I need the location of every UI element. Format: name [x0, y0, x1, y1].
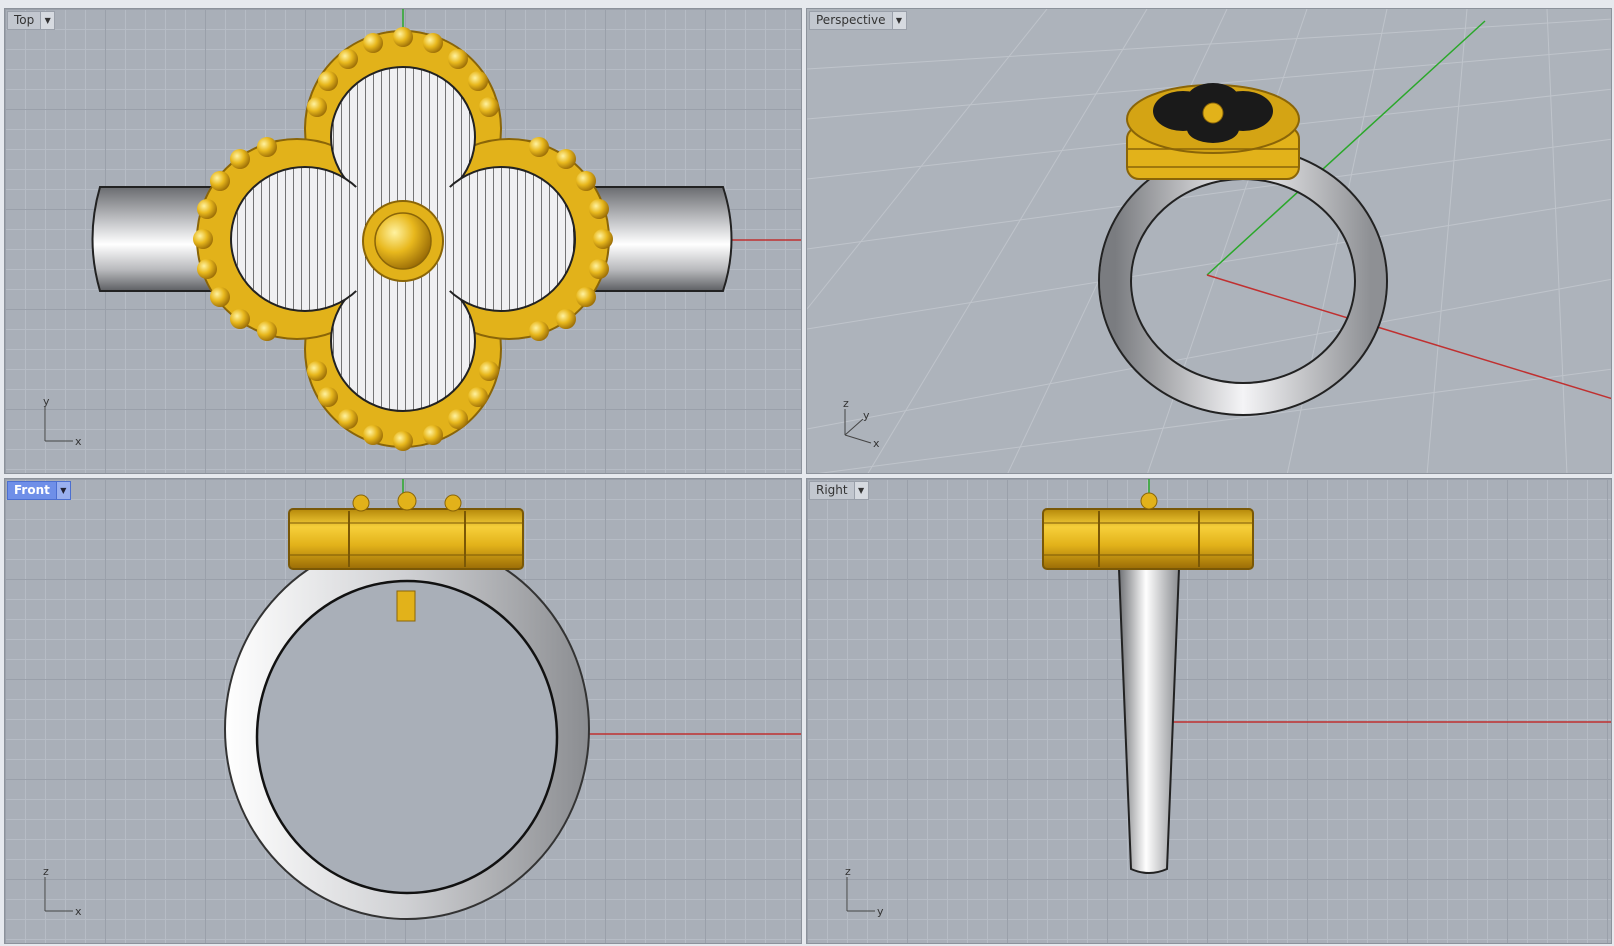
viewport-perspective[interactable]: Perspective ▼ z y x — [806, 8, 1612, 474]
viewport-title[interactable]: Right — [810, 482, 854, 499]
axis-gizmo: z x — [43, 865, 82, 918]
viewport-title[interactable]: Front — [8, 482, 56, 499]
axis-label-x: x — [75, 905, 82, 918]
axis-label-y: y — [863, 409, 870, 422]
prong — [396, 590, 416, 622]
axis-label-x: x — [75, 435, 82, 448]
chevron-down-icon[interactable]: ▼ — [55, 482, 70, 499]
viewport-title[interactable]: Perspective — [810, 12, 892, 29]
rhino-workspace: Top ▼ y x Perspective ▼ z y x Front ▼ z … — [0, 0, 1614, 946]
chevron-down-icon[interactable]: ▼ — [891, 12, 906, 29]
axis-gizmo: z y — [845, 865, 884, 918]
viewport-title[interactable]: Top — [8, 12, 40, 29]
ring-inner — [255, 579, 559, 895]
axis-label-y: y — [877, 905, 884, 918]
axis-label-z: z — [43, 865, 49, 878]
axis-label-y: y — [43, 395, 50, 408]
viewport-top[interactable]: Top ▼ y x — [4, 8, 802, 474]
ring-shank-side — [1117, 568, 1181, 874]
chevron-down-icon[interactable]: ▼ — [40, 12, 55, 29]
viewport-tab-right[interactable]: Right ▼ — [809, 481, 869, 500]
clover-head-right — [1042, 492, 1254, 570]
viewport-front[interactable]: Front ▼ z x — [4, 478, 802, 944]
axis-gizmo: y x — [43, 395, 82, 448]
viewport-right[interactable]: Right ▼ z y — [806, 478, 1612, 944]
chevron-down-icon[interactable]: ▼ — [853, 482, 868, 499]
ring-shank — [1100, 148, 1386, 414]
clover-head — [1126, 83, 1300, 180]
viewport-tab-front[interactable]: Front ▼ — [7, 481, 71, 500]
axis-label-z: z — [845, 865, 851, 878]
axis-label-z: z — [843, 397, 849, 410]
viewport-tab-perspective[interactable]: Perspective ▼ — [809, 11, 907, 30]
axis-label-x: x — [873, 437, 880, 450]
front-view-model — [224, 479, 801, 920]
right-view-model — [1042, 479, 1611, 874]
clover-head-front — [288, 491, 524, 570]
viewport-tab-top[interactable]: Top ▼ — [7, 11, 56, 30]
axis-gizmo: z y x — [843, 397, 880, 450]
top-view-model — [91, 9, 801, 451]
perspective-view-model — [807, 9, 1611, 473]
